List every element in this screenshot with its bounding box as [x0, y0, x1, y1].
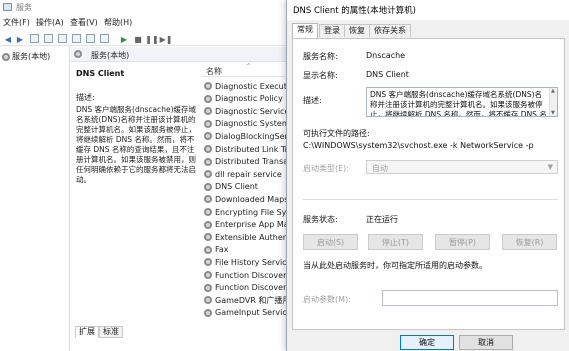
gear-icon — [204, 132, 212, 141]
services-window: 服务 文件(F) 操作(A) 查看(V) 帮助(H) ◀ ▶ ▶ ■ ❚❚ ▶❚… — [0, 0, 300, 351]
tree-item-label: 服务(本地) — [12, 52, 51, 61]
resume-button[interactable]: 恢复(R) — [502, 234, 557, 250]
start-params-input[interactable] — [382, 290, 558, 306]
tab-general[interactable]: 常规 — [292, 23, 318, 38]
gear-icon — [204, 182, 212, 191]
menu-file[interactable]: 文件(F) — [3, 17, 30, 28]
pause-button[interactable]: 暂停(P) — [435, 234, 490, 250]
tab-logon[interactable]: 登录 — [319, 24, 345, 37]
menu-view[interactable]: 查看(V) — [70, 17, 98, 28]
back-arrow-icon[interactable]: ◀ — [3, 34, 13, 44]
gear-icon — [204, 245, 212, 254]
stop-service-icon[interactable]: ■ — [133, 34, 143, 44]
gear-icon — [204, 107, 212, 116]
service-name-label: 服务名称: — [303, 52, 338, 61]
service-status-value: 正在运行 — [366, 215, 398, 224]
gear-icon — [74, 50, 82, 58]
display-name-value: DNS Client — [366, 70, 409, 79]
scroll-up-icon[interactable]: ▲ — [551, 88, 555, 94]
services-titlebar: 服务 — [0, 0, 300, 14]
forward-arrow-icon[interactable]: ▶ — [15, 34, 25, 44]
description-textbox[interactable]: DNS 客户端服务(dnscache)缓存域名系统(DNS)名称并注册该计算机的… — [366, 87, 558, 117]
pane-header-title: 服务(本地) — [91, 51, 130, 60]
help-icon[interactable] — [86, 34, 95, 43]
description-text: DNS 客户端服务(dnscache)缓存域名系统(DNS)名称并注册该计算机的… — [370, 90, 547, 117]
refresh-icon[interactable] — [58, 34, 67, 43]
export-list-icon[interactable] — [72, 34, 81, 43]
service-name: GameInput Service — [215, 308, 292, 318]
tree-item-services-local[interactable]: 服务(本地) — [2, 51, 50, 62]
console-tree-icon[interactable] — [30, 34, 39, 43]
gear-icon — [204, 258, 212, 267]
service-name: Fax — [215, 245, 229, 255]
exe-path-label: 可执行文件的路径: — [303, 129, 370, 138]
gear-icon — [204, 94, 212, 103]
service-name: File History Service — [215, 257, 292, 267]
gear-icon — [204, 157, 212, 166]
menu-bar: 文件(F) 操作(A) 查看(V) 帮助(H) — [0, 16, 300, 29]
services-window-title: 服务 — [16, 3, 32, 12]
detail-pane: 服务(本地) DNS Client 描述: DNS 客户端服务(dnscache… — [71, 47, 300, 351]
gear-icon — [2, 52, 10, 61]
action-pane-icon[interactable] — [100, 34, 109, 43]
gear-icon — [204, 145, 212, 153]
menu-help[interactable]: 帮助(H) — [104, 17, 132, 28]
column-header-name[interactable]: 名称 — [206, 66, 222, 77]
services-app-icon — [3, 3, 12, 11]
startup-type-value: 自动 — [372, 164, 388, 173]
properties-icon[interactable] — [44, 34, 53, 43]
console-tree: 服务(本地) — [0, 47, 70, 351]
start-service-icon[interactable]: ▶ — [119, 34, 129, 44]
tab-recovery[interactable]: 恢复 — [344, 24, 370, 37]
selected-service-name: DNS Client — [76, 69, 125, 78]
gear-icon — [204, 220, 212, 229]
description-scrollbar[interactable]: ▲ ▼ — [549, 88, 557, 116]
cancel-button[interactable]: 取消 — [459, 335, 513, 350]
gear-icon — [204, 283, 212, 292]
dialog-title: DNS Client 的属性(本地计算机) — [293, 6, 416, 16]
display-name-label: 显示名称: — [303, 71, 338, 80]
toolbar: ◀ ▶ ▶ ■ ❚❚ ▶❚ — [0, 31, 300, 46]
tab-dependencies[interactable]: 依存关系 — [369, 24, 411, 37]
menu-action[interactable]: 操作(A) — [36, 17, 64, 28]
pane-header: 服务(本地) — [71, 47, 300, 62]
gear-icon — [204, 296, 212, 305]
gear-icon — [204, 195, 212, 204]
gear-icon — [204, 82, 212, 90]
properties-dialog: DNS Client 的属性(本地计算机) 常规 登录 恢复 依存关系 服务名称… — [286, 0, 569, 351]
start-params-label: 启动参数(M): — [303, 295, 351, 304]
startup-type-select[interactable]: 自动 ▼ — [366, 160, 558, 174]
chevron-down-icon: ▼ — [547, 163, 553, 171]
pause-service-icon[interactable]: ❚❚ — [145, 34, 158, 44]
gear-icon — [204, 119, 212, 128]
dialog-titlebar: DNS Client 的属性(本地计算机) — [287, 0, 569, 20]
exe-path-value: C:\WINDOWS\system32\svchost.exe -k Netwo… — [303, 141, 534, 150]
scroll-down-icon[interactable]: ▼ — [551, 110, 555, 116]
gear-icon — [204, 308, 212, 317]
gear-icon — [204, 233, 212, 242]
startup-type-label: 启动类型(E): — [303, 164, 349, 173]
stop-button[interactable]: 停止(T) — [368, 234, 423, 250]
tab-extended[interactable]: 扩展 — [75, 326, 99, 338]
ok-button[interactable]: 确定 — [400, 335, 454, 350]
service-name: DNS Client — [215, 182, 258, 192]
description-label: 描述: — [303, 96, 322, 105]
description-label: 描述: — [76, 93, 95, 102]
dialog-tabs: 常规 登录 恢复 依存关系 — [292, 23, 565, 38]
service-name-value: Dnscache — [366, 51, 406, 60]
tab-standard[interactable]: 标准 — [99, 326, 123, 338]
extended-description: DNS Client 描述: DNS 客户端服务(dnscache)缓存域名系统… — [76, 69, 201, 185]
start-params-hint: 当从此处启动服务时，你可指定所适用的启动参数。 — [303, 261, 487, 270]
gear-icon — [204, 170, 212, 179]
restart-service-icon[interactable]: ▶❚ — [160, 34, 173, 44]
gear-icon — [204, 271, 212, 279]
gear-icon — [204, 208, 212, 216]
start-button[interactable]: 启动(S) — [303, 234, 358, 250]
sort-ascending-icon: ^ — [246, 63, 252, 70]
service-status-label: 服务状态: — [303, 215, 338, 224]
general-tab-panel: 服务名称: Dnscache 显示名称: DNS Client 描述: DNS … — [292, 38, 565, 330]
selected-service-description: DNS 客户端服务(dnscache)缓存域名系统(DNS)名称并注册该计算机的… — [76, 105, 197, 184]
service-name: dll repair service — [215, 169, 282, 179]
divider — [303, 199, 558, 200]
